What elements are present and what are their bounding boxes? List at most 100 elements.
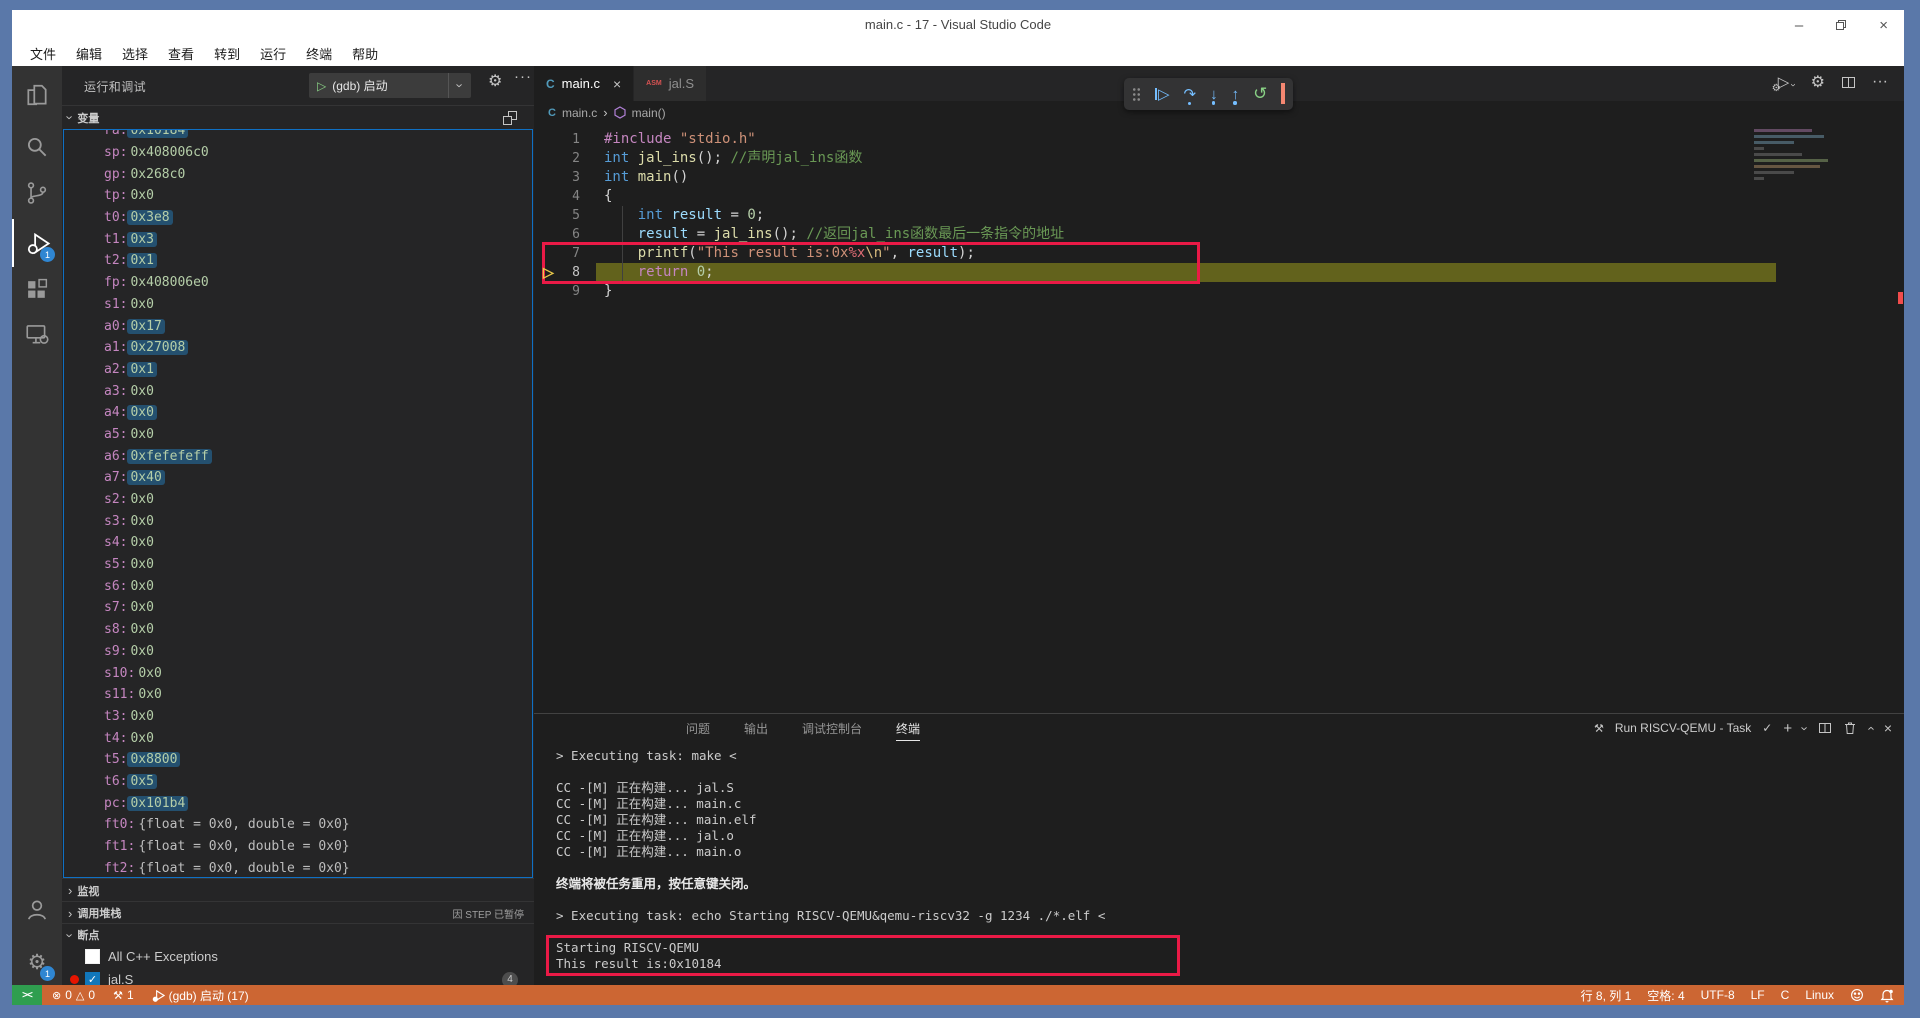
- menu-item[interactable]: 终端: [296, 44, 342, 63]
- register-row[interactable]: fp: 0x408006e0: [64, 272, 532, 294]
- callstack-section-header[interactable]: › 调用堆栈 因 STEP 已暂停: [62, 901, 534, 924]
- register-row[interactable]: ft0: {float = 0x0, double = 0x0}: [64, 814, 532, 836]
- panel-tab[interactable]: 终端: [896, 716, 920, 741]
- start-debug-icon[interactable]: ▷: [317, 79, 326, 93]
- register-row[interactable]: s10: 0x0: [64, 662, 532, 684]
- register-row[interactable]: s11: 0x0: [64, 684, 532, 706]
- terminal-dropdown-icon[interactable]: ›: [1799, 726, 1812, 730]
- register-row[interactable]: tp: 0x0: [64, 185, 532, 207]
- code-line[interactable]: 2int jal_ins(); //声明jal_ins函数: [534, 149, 1904, 168]
- running-tasks-status[interactable]: ⚒ 1: [113, 988, 134, 1002]
- register-row[interactable]: a1: 0x27008: [64, 337, 532, 359]
- account-icon[interactable]: [12, 886, 62, 934]
- tab-main-c[interactable]: C main.c ×: [534, 66, 634, 101]
- split-terminal-icon[interactable]: [1818, 721, 1832, 735]
- new-terminal-button[interactable]: +: [1783, 720, 1792, 737]
- minimize-button[interactable]: –: [1795, 17, 1803, 34]
- continue-button[interactable]: ▷: [1155, 85, 1170, 103]
- settings-gear-icon[interactable]: ⚙ 1: [12, 938, 62, 986]
- source-control-icon[interactable]: [12, 169, 62, 217]
- language-mode[interactable]: C: [1781, 988, 1790, 1002]
- register-row[interactable]: s4: 0x0: [64, 532, 532, 554]
- close-tab-icon[interactable]: ×: [613, 76, 621, 92]
- register-row[interactable]: a4: 0x0: [64, 402, 532, 424]
- editor-more-icon[interactable]: ···: [1872, 73, 1888, 91]
- register-row[interactable]: s6: 0x0: [64, 575, 532, 597]
- watch-section-header[interactable]: › 监视: [62, 878, 534, 902]
- maximize-button[interactable]: [1835, 19, 1847, 31]
- register-row[interactable]: t0: 0x3e8: [64, 207, 532, 229]
- menu-item[interactable]: 运行: [250, 44, 296, 63]
- register-row[interactable]: ra: 0x10184: [64, 129, 532, 142]
- debug-settings-gear-icon[interactable]: ⚙: [488, 71, 502, 91]
- menu-item[interactable]: 帮助: [342, 44, 388, 63]
- register-row[interactable]: s7: 0x0: [64, 597, 532, 619]
- problems-status[interactable]: ⊗ 0 △ 0: [52, 988, 95, 1002]
- menu-item[interactable]: 文件: [20, 44, 66, 63]
- menu-item[interactable]: 转到: [204, 44, 250, 63]
- stop-button[interactable]: [1281, 85, 1285, 103]
- register-row[interactable]: t3: 0x0: [64, 706, 532, 728]
- register-row[interactable]: s5: 0x0: [64, 554, 532, 576]
- explorer-icon[interactable]: [12, 71, 62, 119]
- extensions-icon[interactable]: [12, 265, 62, 313]
- close-button[interactable]: ×: [1879, 17, 1888, 34]
- menu-item[interactable]: 选择: [112, 44, 158, 63]
- step-over-button[interactable]: ↷: [1184, 85, 1197, 103]
- register-row[interactable]: gp: 0x268c0: [64, 163, 532, 185]
- launch-config-dropdown[interactable]: ▷ (gdb) 启动 ›: [309, 73, 471, 98]
- debug-session-status[interactable]: (gdb) 启动 (17): [152, 987, 249, 1004]
- register-row[interactable]: s1: 0x0: [64, 294, 532, 316]
- register-row[interactable]: a6: 0xfefefeff: [64, 445, 532, 467]
- encoding[interactable]: UTF-8: [1701, 988, 1735, 1002]
- register-row[interactable]: ft2: {float = 0x0, double = 0x0}: [64, 857, 532, 878]
- breakpoint-row[interactable]: All C++ Exceptions: [62, 945, 534, 968]
- panel-tab[interactable]: 调试控制台: [802, 716, 862, 741]
- register-row[interactable]: a7: 0x40: [64, 467, 532, 489]
- sidebar-more-icon[interactable]: ···: [514, 68, 532, 85]
- register-row[interactable]: t2: 0x1: [64, 250, 532, 272]
- run-and-debug-icon[interactable]: 1: [12, 219, 62, 267]
- breakpoint-row[interactable]: ✓ jal.S 4: [62, 968, 534, 985]
- tab-jal-s[interactable]: ASM jal.S: [634, 66, 707, 101]
- code-line[interactable]: 3int main(): [534, 168, 1904, 187]
- register-row[interactable]: pc: 0x101b4: [64, 792, 532, 814]
- panel-tab[interactable]: 问题: [686, 716, 710, 741]
- register-row[interactable]: s2: 0x0: [64, 489, 532, 511]
- kill-terminal-icon[interactable]: [1843, 721, 1857, 735]
- register-row[interactable]: t1: 0x3: [64, 228, 532, 250]
- register-row[interactable]: sp: 0x408006c0: [64, 142, 532, 164]
- register-row[interactable]: a3: 0x0: [64, 380, 532, 402]
- panel-tab[interactable]: 输出: [744, 716, 768, 741]
- code-line[interactable]: 5 int result = 0;: [534, 206, 1904, 225]
- register-row[interactable]: t6: 0x5: [64, 771, 532, 793]
- register-row[interactable]: a0: 0x17: [64, 315, 532, 337]
- register-row[interactable]: t4: 0x0: [64, 727, 532, 749]
- close-panel-icon[interactable]: ×: [1884, 720, 1892, 736]
- register-row[interactable]: ft1: {float = 0x0, double = 0x0}: [64, 836, 532, 858]
- collapse-all-icon[interactable]: [502, 110, 518, 126]
- code-line[interactable]: 9}: [534, 282, 1904, 301]
- menu-item[interactable]: 编辑: [66, 44, 112, 63]
- code-line[interactable]: 4{: [534, 187, 1904, 206]
- eol[interactable]: LF: [1751, 988, 1765, 1002]
- os-indicator[interactable]: Linux: [1805, 988, 1834, 1002]
- register-row[interactable]: s8: 0x0: [64, 619, 532, 641]
- variables-tree[interactable]: ra: 0x10184sp: 0x408006c0gp: 0x268c0tp: …: [63, 129, 533, 878]
- register-row[interactable]: a5: 0x0: [64, 424, 532, 446]
- notifications-bell-icon[interactable]: [1880, 988, 1894, 1003]
- split-editor-icon[interactable]: [1841, 75, 1856, 90]
- editor-gear-icon[interactable]: ⚙: [1811, 72, 1825, 92]
- register-row[interactable]: a2: 0x1: [64, 359, 532, 381]
- breakpoints-section-header[interactable]: › 断点: [62, 923, 534, 946]
- register-row[interactable]: s3: 0x0: [64, 510, 532, 532]
- step-into-button[interactable]: ↓: [1210, 86, 1218, 103]
- maximize-panel-icon[interactable]: ›: [1864, 726, 1877, 730]
- terminal-task-label[interactable]: Run RISCV-QEMU - Task: [1615, 721, 1751, 735]
- checkbox-checked[interactable]: ✓: [85, 972, 100, 985]
- feedback-smiley-icon[interactable]: [1850, 988, 1864, 1002]
- register-row[interactable]: s9: 0x0: [64, 641, 532, 663]
- remote-indicator[interactable]: ><: [12, 985, 42, 1005]
- checkbox-unchecked[interactable]: [85, 949, 100, 964]
- code-line[interactable]: 1#include "stdio.h": [534, 130, 1904, 149]
